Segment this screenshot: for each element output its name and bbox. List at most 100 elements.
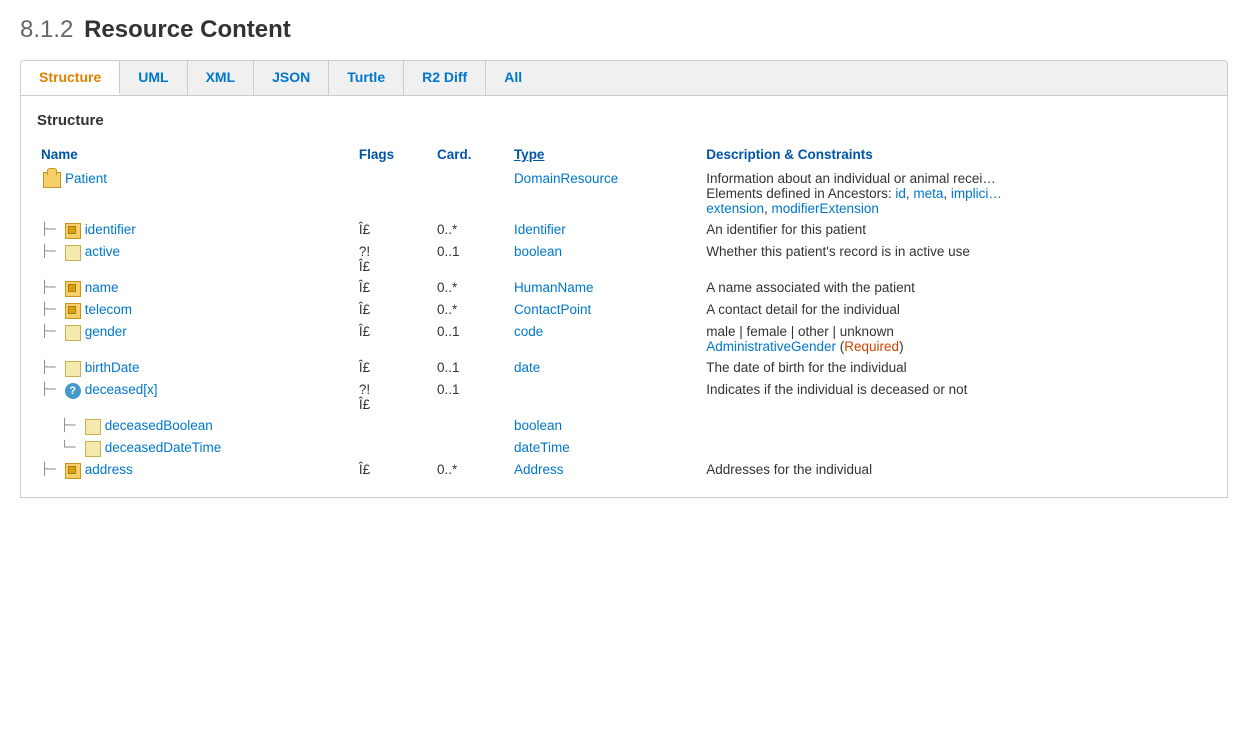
type-address: Address: [510, 459, 702, 481]
type-name: HumanName: [510, 277, 702, 299]
desc-deceaseddt: [702, 437, 1211, 459]
flags-birthdate: Î£: [355, 357, 433, 379]
col-desc: Description & Constraints: [702, 143, 1211, 168]
type-telecom: ContactPoint: [510, 299, 702, 321]
box-icon: [65, 463, 81, 479]
card-patient: [433, 168, 510, 219]
flags-deceasedx: ?!Î£: [355, 379, 433, 415]
col-flags: Flags: [355, 143, 433, 168]
name-cell-name: ├─ name: [37, 277, 355, 299]
name-cell-address: ├─ address: [37, 459, 355, 481]
tab-json[interactable]: JSON: [254, 61, 329, 95]
flags-telecom: Î£: [355, 299, 433, 321]
tab-structure[interactable]: Structure: [21, 61, 120, 95]
name-link-active[interactable]: active: [85, 244, 120, 259]
col-card: Card.: [433, 143, 510, 168]
desc-telecom: A contact detail for the individual: [702, 299, 1211, 321]
tab-turtle[interactable]: Turtle: [329, 61, 404, 95]
page-title: 8.1.2 Resource Content: [20, 16, 1228, 44]
card-deceaseddt: [433, 437, 510, 459]
box-icon: [65, 223, 81, 239]
type-deceaseddt: dateTime: [510, 437, 702, 459]
root-icon: [43, 172, 61, 188]
name-link-name[interactable]: name: [85, 280, 119, 295]
desc-address: Addresses for the individual: [702, 459, 1211, 481]
table-row: ├─ gender Î£ 0..1 code male | female | o…: [37, 321, 1211, 357]
name-link-deceaseddt[interactable]: deceasedDateTime: [105, 440, 222, 455]
type-deceasedbool: boolean: [510, 415, 702, 437]
desc-birthdate: The date of birth for the individual: [702, 357, 1211, 379]
name-cell-birthdate: ├─ birthDate: [37, 357, 355, 379]
type-patient: DomainResource: [510, 168, 702, 219]
tab-all[interactable]: All: [486, 61, 540, 95]
card-telecom: 0..*: [433, 299, 510, 321]
card-active: 0..1: [433, 241, 510, 277]
structure-table: Name Flags Card. Type Description & Cons…: [37, 143, 1211, 481]
table-row: ├─ address Î£ 0..* Address Addresses for…: [37, 459, 1211, 481]
name-link-patient[interactable]: Patient: [65, 171, 107, 186]
type-active: boolean: [510, 241, 702, 277]
name-cell-deceasedbool: ├─ deceasedBoolean: [37, 415, 355, 437]
card-identifier: 0..*: [433, 219, 510, 241]
desc-deceasedbool: [702, 415, 1211, 437]
name-cell-deceaseddt: └─ deceasedDateTime: [37, 437, 355, 459]
name-cell-patient: Patient: [37, 168, 355, 219]
name-cell-identifier: ├─ identifier: [37, 219, 355, 241]
table-row: ├─ telecom Î£ 0..* ContactPoint A contac…: [37, 299, 1211, 321]
field-icon: [65, 245, 81, 261]
table-row: ├─ active ?!Î£ 0..1 boolean Whether this…: [37, 241, 1211, 277]
type-identifier: Identifier: [510, 219, 702, 241]
flags-deceaseddt: [355, 437, 433, 459]
field-icon: [85, 419, 101, 435]
table-row: └─ deceasedDateTime dateTime: [37, 437, 1211, 459]
flags-name: Î£: [355, 277, 433, 299]
desc-gender: male | female | other | unknown Administ…: [702, 321, 1211, 357]
desc-deceasedx: Indicates if the individual is deceased …: [702, 379, 1211, 415]
field-icon: [65, 325, 81, 341]
structure-heading: Structure: [37, 112, 1211, 129]
col-type: Type: [510, 143, 702, 168]
box-icon: [65, 281, 81, 297]
desc-name: A name associated with the patient: [702, 277, 1211, 299]
table-row: ├─ name Î£ 0..* HumanName A name associa…: [37, 277, 1211, 299]
tab-uml[interactable]: UML: [120, 61, 187, 95]
card-address: 0..*: [433, 459, 510, 481]
flags-address: Î£: [355, 459, 433, 481]
table-row: ├─ birthDate Î£ 0..1 date The date of bi…: [37, 357, 1211, 379]
tab-xml[interactable]: XML: [188, 61, 255, 95]
flags-patient: [355, 168, 433, 219]
name-link-telecom[interactable]: telecom: [85, 302, 132, 317]
tab-r2diff[interactable]: R2 Diff: [404, 61, 486, 95]
card-name: 0..*: [433, 277, 510, 299]
name-link-deceasedbool[interactable]: deceasedBoolean: [105, 418, 213, 433]
name-link-gender[interactable]: gender: [85, 324, 127, 339]
name-cell-active: ├─ active: [37, 241, 355, 277]
card-birthdate: 0..1: [433, 357, 510, 379]
flags-gender: Î£: [355, 321, 433, 357]
col-name: Name: [37, 143, 355, 168]
name-link-birthdate[interactable]: birthDate: [85, 360, 140, 375]
flags-deceasedbool: [355, 415, 433, 437]
type-deceasedx: [510, 379, 702, 415]
table-row: ├─ identifier Î£ 0..* Identifier An iden…: [37, 219, 1211, 241]
card-gender: 0..1: [433, 321, 510, 357]
field-icon: [65, 361, 81, 377]
name-cell-gender: ├─ gender: [37, 321, 355, 357]
tab-bar: Structure UML XML JSON Turtle R2 Diff Al…: [20, 60, 1228, 96]
name-link-address[interactable]: address: [85, 462, 133, 477]
table-row: ├─ deceasedBoolean boolean: [37, 415, 1211, 437]
question-icon: ?: [65, 383, 81, 399]
type-gender: code: [510, 321, 702, 357]
table-row: Patient DomainResource Information about…: [37, 168, 1211, 219]
desc-patient: Information about an individual or anima…: [702, 168, 1211, 219]
flags-active: ?!Î£: [355, 241, 433, 277]
tab-content: Structure Name Flags Card. Type Descript…: [20, 96, 1228, 498]
name-link-identifier[interactable]: identifier: [85, 222, 136, 237]
field-icon: [85, 441, 101, 457]
desc-identifier: An identifier for this patient: [702, 219, 1211, 241]
name-cell-deceasedx: ├─ ? deceased[x]: [37, 379, 355, 415]
table-row: ├─ ? deceased[x] ?!Î£ 0..1 Indicates if …: [37, 379, 1211, 415]
card-deceasedx: 0..1: [433, 379, 510, 415]
desc-active: Whether this patient's record is in acti…: [702, 241, 1211, 277]
name-link-deceasedx[interactable]: deceased[x]: [85, 382, 158, 397]
